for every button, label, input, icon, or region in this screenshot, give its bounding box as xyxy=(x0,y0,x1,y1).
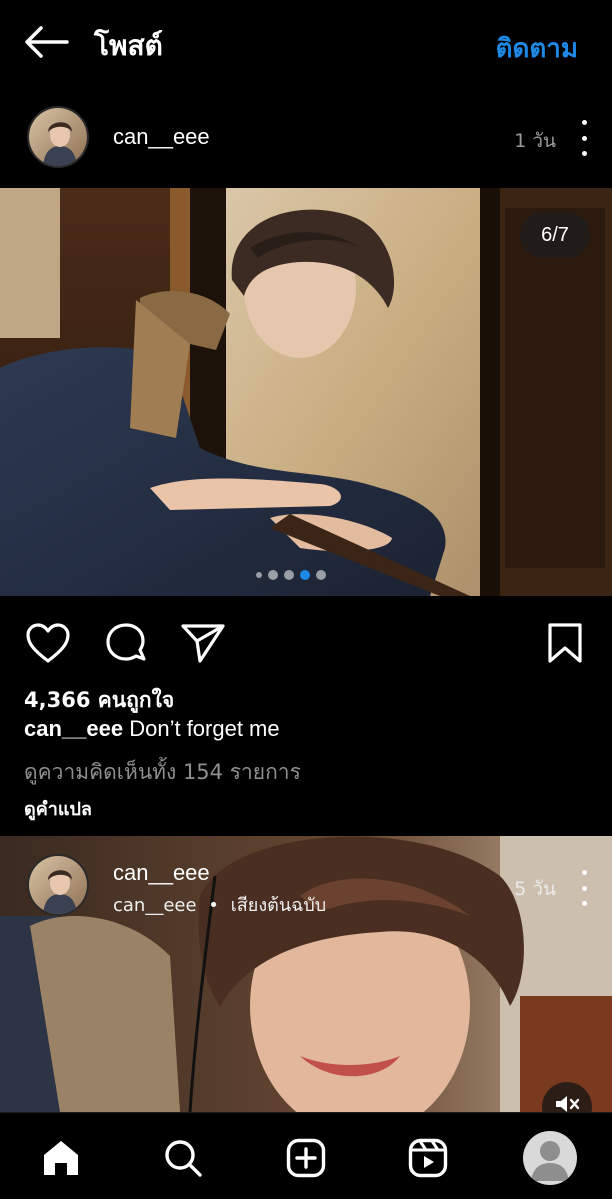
avatar[interactable] xyxy=(27,106,89,168)
carousel-dot xyxy=(268,570,278,580)
user-silhouette-icon xyxy=(531,1141,569,1181)
nav-reels[interactable] xyxy=(401,1131,455,1185)
carousel-indicator xyxy=(256,570,326,580)
more-dot xyxy=(581,885,587,891)
carousel-dot xyxy=(256,572,262,578)
like-button[interactable] xyxy=(23,618,73,668)
comment-icon xyxy=(106,623,146,661)
nav-profile[interactable] xyxy=(523,1131,577,1185)
more-options-button[interactable] xyxy=(576,120,592,156)
audio-user: can__eee xyxy=(113,895,197,916)
more-dot xyxy=(581,151,587,156)
post-photo[interactable]: 6/7 xyxy=(0,188,612,596)
send-icon xyxy=(181,624,225,663)
carousel-dot xyxy=(284,570,294,580)
more-dot xyxy=(581,135,587,141)
post-time: 1 วัน xyxy=(514,130,556,152)
share-button[interactable] xyxy=(178,618,228,668)
nav-search[interactable] xyxy=(156,1131,210,1185)
view-all-comments-link[interactable]: ดูความคิดเห็นทั้ง 154 รายการ xyxy=(24,756,301,789)
nav-home[interactable] xyxy=(34,1131,88,1185)
see-translation-link[interactable]: ดูคำแปล xyxy=(24,794,92,823)
caption-text: Don’t forget me xyxy=(129,716,280,741)
back-button[interactable] xyxy=(22,22,70,62)
bottom-navigation xyxy=(0,1112,612,1199)
next-post-time: 5 วัน xyxy=(514,878,556,900)
more-options-button[interactable] xyxy=(576,870,592,906)
post-username[interactable]: can__eee xyxy=(113,124,210,150)
post-header: can__eee 1 วัน xyxy=(0,96,612,180)
post-actions xyxy=(0,610,612,674)
bookmark-icon xyxy=(548,623,582,663)
save-button[interactable] xyxy=(540,618,590,668)
photo-counter: 6/7 xyxy=(520,212,590,258)
audio-info[interactable]: can__eee • เสียงต้นฉบับ xyxy=(113,890,326,919)
home-icon xyxy=(44,1141,78,1175)
search-icon xyxy=(165,1140,202,1177)
more-dot xyxy=(581,901,587,906)
carousel-dot-active xyxy=(300,570,310,580)
caption-username[interactable]: can__eee xyxy=(24,716,123,741)
top-bar: โพสต์ ติดตาม xyxy=(0,0,612,88)
caption: can__eee Don’t forget me xyxy=(24,716,280,742)
next-post-username[interactable]: can__eee xyxy=(113,860,210,886)
heart-icon xyxy=(26,623,70,663)
avatar-image xyxy=(29,108,87,166)
speaker-muted-icon xyxy=(556,1096,580,1112)
profile-avatar xyxy=(523,1131,577,1185)
likes-count[interactable]: 4,366 คนถูกใจ xyxy=(24,684,174,717)
page-title: โพสต์ xyxy=(94,29,163,62)
more-vertical-icon xyxy=(581,870,587,875)
next-post[interactable]: can__eee can__eee • เสียงต้นฉบับ 5 วัน xyxy=(0,836,612,1112)
separator-dot: • xyxy=(208,895,219,916)
nav-create[interactable] xyxy=(279,1131,333,1185)
more-vertical-icon xyxy=(581,120,587,125)
post-photo-art xyxy=(0,188,612,596)
avatar[interactable] xyxy=(27,854,89,916)
plus-square-icon xyxy=(286,1138,326,1178)
carousel-dot xyxy=(316,570,326,580)
audio-label: เสียงต้นฉบับ xyxy=(230,895,327,916)
reels-icon xyxy=(408,1138,448,1178)
comment-button[interactable] xyxy=(101,618,151,668)
follow-button[interactable]: ติดตาม xyxy=(496,28,578,69)
arrow-left-icon xyxy=(25,26,69,58)
